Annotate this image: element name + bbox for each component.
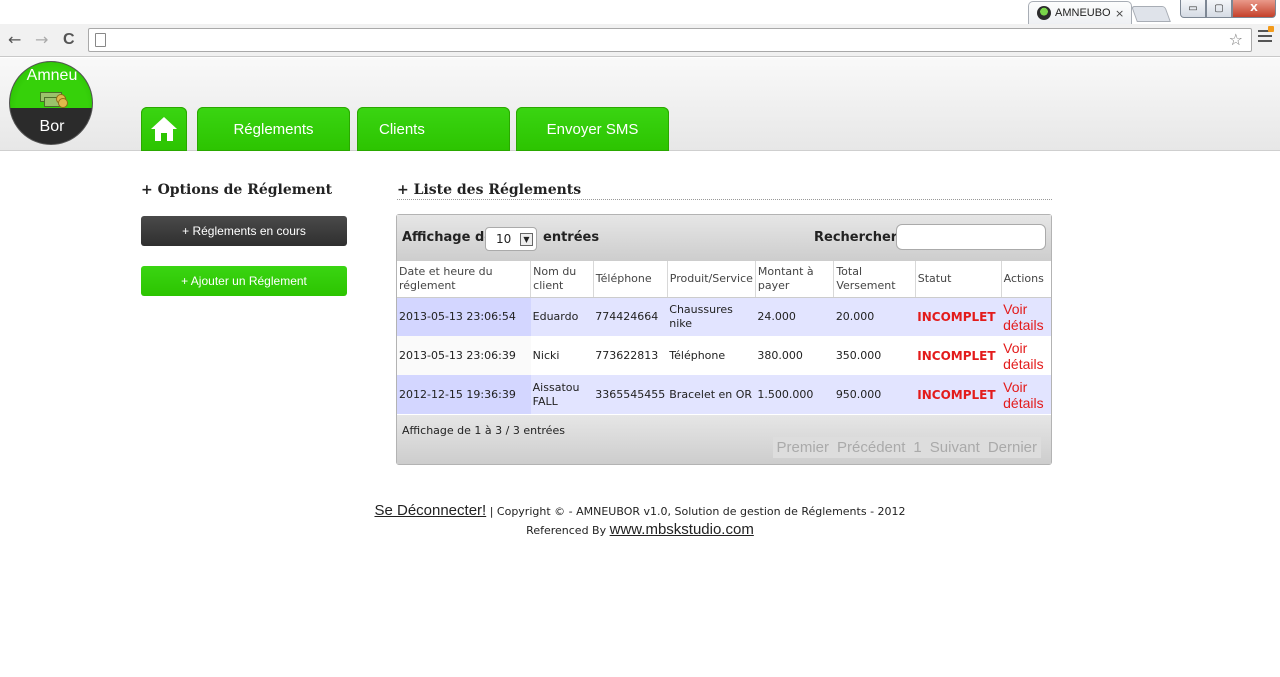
back-icon[interactable]: ←	[8, 30, 21, 50]
entries-label: entrées	[543, 230, 600, 245]
page-icon	[95, 33, 106, 47]
page-footer: Se Déconnecter! | Copyright © - AMNEUBOR…	[0, 502, 1280, 540]
table-row: 2013-05-13 23:06:39 Nicki 773622813 Télé…	[397, 336, 1051, 375]
money-icon	[36, 88, 70, 110]
cell-phone: 3365545455	[593, 375, 668, 414]
column-header[interactable]: Nom du client	[530, 261, 594, 298]
maximize-button[interactable]: ▢	[1206, 0, 1232, 18]
cell-product: Téléphone	[667, 336, 756, 375]
reglements-table: Date et heure du réglement Nom du client…	[397, 261, 1051, 414]
table-footer: Affichage de 1 à 3 / 3 entrées Premier P…	[397, 415, 1051, 464]
cell-name: Nicki	[530, 336, 594, 375]
referenced-by-text: Referenced By	[526, 524, 610, 537]
table-row: 2013-05-13 23:06:54 Eduardo 774424664 Ch…	[397, 297, 1051, 336]
tab-envoyer-sms[interactable]: Envoyer SMS	[516, 107, 669, 151]
column-header[interactable]: Montant à payer	[754, 261, 834, 298]
cell-amount: 24.000	[755, 297, 834, 336]
page-size-value: 10	[496, 232, 512, 246]
table-row: 2012-12-15 19:36:39 Aissatou FALL 336554…	[397, 375, 1051, 414]
logo-text-bottom: Bor	[39, 118, 65, 135]
column-header[interactable]: Téléphone	[592, 261, 668, 298]
browser-tab[interactable]: AMNEUBOR ×	[1028, 1, 1132, 24]
reglements-table-panel: Affichage de 10 ▼ entrées Rechercher: Da…	[396, 214, 1052, 465]
table-header-row: Date et heure du réglement Nom du client…	[397, 261, 1051, 298]
cell-status: INCOMPLET	[915, 336, 1002, 375]
voir-details-link[interactable]: Voir détails	[1001, 336, 1051, 375]
studio-link[interactable]: www.mbskstudio.com	[610, 521, 754, 538]
page-size-select[interactable]: 10 ▼	[485, 227, 537, 251]
voir-details-link[interactable]: Voir détails	[1001, 375, 1051, 414]
cell-product: Bracelet en OR	[667, 375, 756, 414]
column-header[interactable]: Total Versement	[833, 261, 916, 298]
cell-paid: 950.000	[833, 375, 916, 414]
main-title: + Liste des Réglements	[397, 182, 1052, 200]
app-header: Amneu Bor Réglements Clients Envoyer SMS	[0, 58, 1280, 151]
voir-details-link[interactable]: Voir détails	[1001, 297, 1051, 336]
cell-name: Aissatou FALL	[530, 375, 594, 414]
app-logo[interactable]: Amneu Bor	[9, 61, 93, 145]
pager-first-button[interactable]: Premier	[773, 437, 834, 458]
close-window-button[interactable]: X	[1232, 0, 1276, 18]
cell-status: INCOMPLET	[915, 297, 1002, 336]
cell-paid: 350.000	[833, 336, 916, 375]
new-tab-button[interactable]	[1131, 6, 1171, 22]
reload-icon[interactable]: C	[63, 30, 75, 50]
logout-link[interactable]: Se Déconnecter!	[374, 502, 486, 519]
column-header[interactable]: Actions	[1000, 261, 1051, 298]
ajouter-reglement-button[interactable]: + Ajouter un Réglement	[141, 266, 347, 296]
cell-amount: 380.000	[755, 336, 834, 375]
cell-date: 2012-12-15 19:36:39	[397, 375, 531, 414]
cell-paid: 20.000	[833, 297, 916, 336]
cell-amount: 1.500.000	[755, 375, 834, 414]
tab-close-icon[interactable]: ×	[1115, 7, 1124, 20]
reglements-en-cours-button[interactable]: + Réglements en cours	[141, 216, 347, 246]
pager-next-button[interactable]: Suivant	[926, 437, 984, 458]
cell-date: 2013-05-13 23:06:39	[397, 336, 531, 375]
cell-date: 2013-05-13 23:06:54	[397, 297, 531, 336]
column-header[interactable]: Statut	[914, 261, 1002, 298]
column-header[interactable]: Date et heure du réglement	[397, 261, 531, 298]
tab-clients[interactable]: Clients	[357, 107, 510, 151]
cell-phone: 774424664	[593, 297, 668, 336]
copyright-text: | Copyright © - AMNEUBOR v1.0, Solution …	[486, 505, 906, 518]
cell-name: Eduardo	[530, 297, 594, 336]
page-size-label: Affichage de	[402, 230, 494, 245]
pager-last-button[interactable]: Dernier	[984, 437, 1041, 458]
update-badge-icon	[1268, 26, 1274, 32]
browser-menu-icon[interactable]	[1258, 26, 1274, 44]
cell-status: INCOMPLET	[915, 375, 1002, 414]
pagination: Premier Précédent 1 Suivant Dernier	[772, 437, 1041, 458]
search-input[interactable]	[896, 224, 1046, 250]
column-header[interactable]: Produit/Service	[666, 261, 756, 298]
home-icon	[151, 117, 177, 141]
favicon-icon	[1037, 6, 1051, 20]
cell-product: Chaussures nike	[667, 297, 756, 336]
address-bar[interactable]: ☆	[88, 28, 1252, 52]
pager-page-1-button[interactable]: 1	[909, 437, 925, 458]
browser-toolbar: ← → C ☆	[0, 24, 1280, 57]
cell-phone: 773622813	[593, 336, 668, 375]
table-controls: Affichage de 10 ▼ entrées Rechercher:	[397, 215, 1051, 261]
table-info: Affichage de 1 à 3 / 3 entrées	[402, 424, 565, 437]
dropdown-arrow-icon: ▼	[520, 233, 533, 246]
sidebar-title: + Options de Réglement	[141, 182, 333, 198]
logo-text-top: Amneu	[26, 67, 78, 84]
tab-home[interactable]	[141, 107, 187, 151]
forward-icon[interactable]: →	[35, 30, 48, 50]
tab-reglements[interactable]: Réglements	[197, 107, 350, 151]
pager-previous-button[interactable]: Précédent	[833, 437, 909, 458]
bookmark-star-icon[interactable]: ☆	[1229, 30, 1243, 49]
minimize-button[interactable]: ▭	[1180, 0, 1206, 18]
search-label: Rechercher:	[814, 230, 903, 245]
tab-title: AMNEUBOR	[1055, 7, 1111, 19]
browser-titlebar: AMNEUBOR × ▭ ▢ X	[0, 0, 1280, 24]
